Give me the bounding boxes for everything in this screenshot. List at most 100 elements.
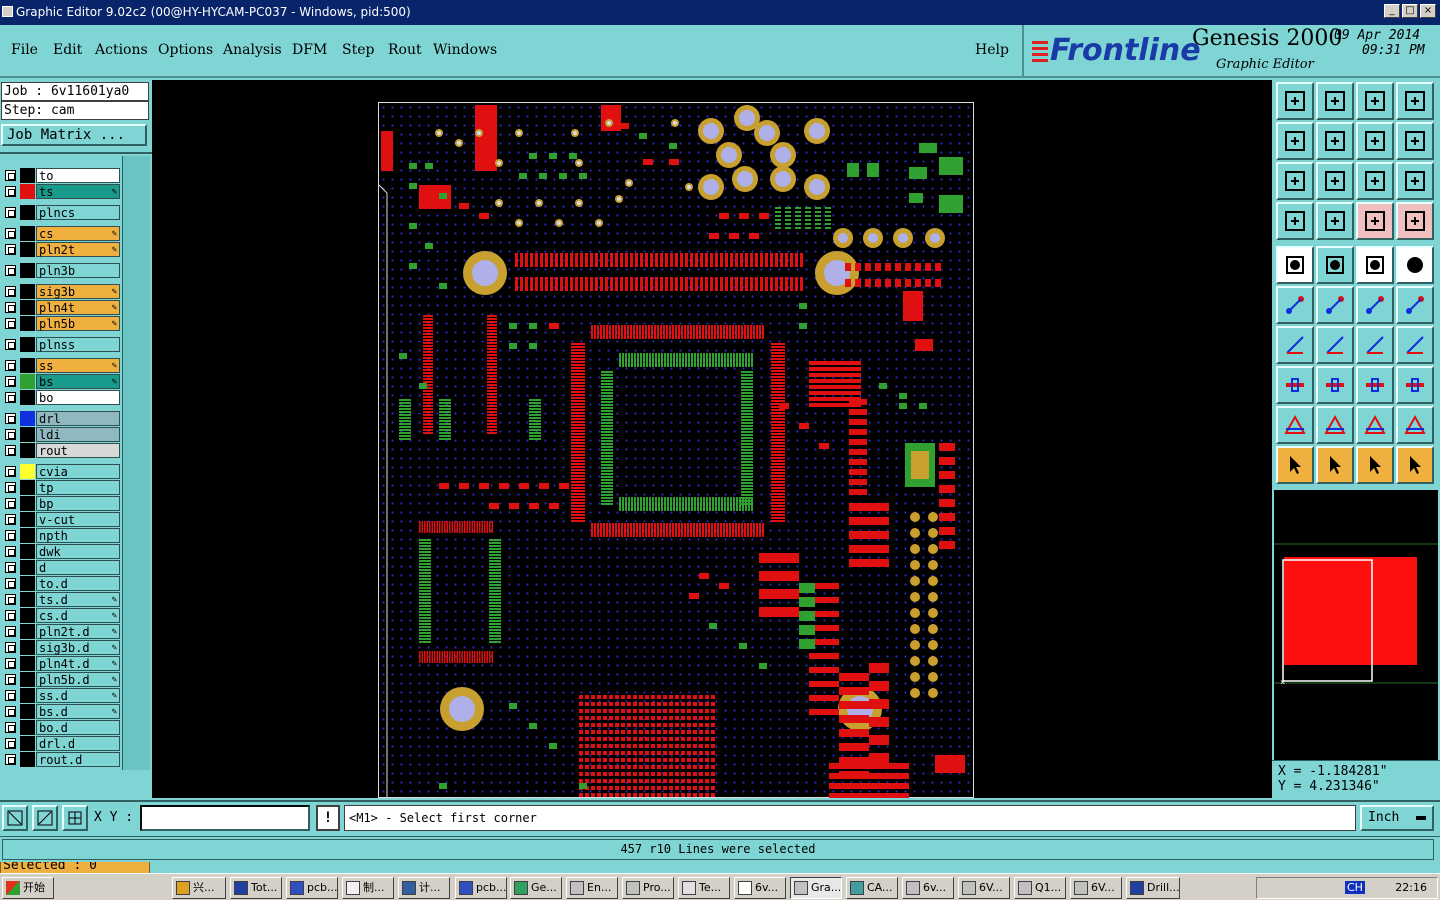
layer-checkbox[interactable] <box>5 244 16 255</box>
layer-color-swatch[interactable] <box>20 624 35 639</box>
layer-color-swatch[interactable] <box>20 592 35 607</box>
layer-row[interactable]: rout <box>4 443 120 458</box>
taskbar-item[interactable]: 计... <box>398 877 450 899</box>
menu-actions[interactable]: Actions <box>95 42 148 58</box>
layer-checkbox[interactable] <box>5 482 16 493</box>
layer-color-swatch[interactable] <box>20 496 35 511</box>
layer-color-swatch[interactable] <box>20 284 35 299</box>
pointer-box-button[interactable] <box>1316 446 1354 484</box>
layer-color-swatch[interactable] <box>20 337 35 352</box>
delete-node-button[interactable] <box>1316 286 1354 324</box>
exclamation-button[interactable]: ! <box>316 805 340 831</box>
layer-name[interactable]: bp <box>36 496 120 511</box>
layer-color-swatch[interactable] <box>20 205 35 220</box>
layer-name[interactable]: ts.d ✎ <box>36 592 120 607</box>
taskbar-item[interactable]: pcb... <box>455 877 507 899</box>
layer-color-swatch[interactable] <box>20 480 35 495</box>
layer-checkbox[interactable] <box>5 674 16 685</box>
layer-name[interactable]: ss ✎ <box>36 358 120 373</box>
layer-row[interactable]: sig3b ✎ <box>4 284 120 299</box>
layer-checkbox[interactable] <box>5 626 16 637</box>
layer-checkbox[interactable] <box>5 578 16 589</box>
layer-name[interactable]: bs.d ✎ <box>36 704 120 719</box>
job-matrix-button[interactable]: Job Matrix ... <box>1 124 147 146</box>
layer-row[interactable]: bo.d <box>4 720 120 735</box>
layer-checkbox[interactable] <box>5 286 16 297</box>
layer-row[interactable]: bs ✎ <box>4 374 120 389</box>
layer-checkbox[interactable] <box>5 392 16 403</box>
taskbar-item[interactable]: Drill... <box>1126 877 1180 899</box>
redraw-button[interactable] <box>1396 122 1434 160</box>
layer-checkbox[interactable] <box>5 265 16 276</box>
triangle-up-button[interactable] <box>1356 406 1394 444</box>
zoom-fit-button[interactable] <box>1396 82 1434 120</box>
layer-name[interactable]: to <box>36 168 120 183</box>
layer-row[interactable]: cs.d ✎ <box>4 608 120 623</box>
layer-row[interactable]: pln2t ✎ <box>4 242 120 257</box>
layer-name[interactable]: ts ✎ <box>36 184 120 199</box>
layer-row[interactable]: bs.d ✎ <box>4 704 120 719</box>
layer-row[interactable]: sig3b.d ✎ <box>4 640 120 655</box>
layer-name[interactable]: ldi <box>36 427 120 442</box>
menu-options[interactable]: Options <box>158 42 213 58</box>
layer-row[interactable]: to <box>4 168 120 183</box>
layer-checkbox[interactable] <box>5 302 16 313</box>
triangle-measure-button[interactable] <box>1316 406 1354 444</box>
layer-color-swatch[interactable] <box>20 512 35 527</box>
layer-checkbox[interactable] <box>5 466 16 477</box>
layer-row[interactable]: ts ✎ <box>4 184 120 199</box>
menu-edit[interactable]: Edit <box>53 42 82 58</box>
layer-name[interactable]: cs.d ✎ <box>36 608 120 623</box>
layer-row[interactable]: pln5b.d ✎ <box>4 672 120 687</box>
xy-input[interactable] <box>140 805 310 831</box>
layer-name[interactable]: plnss <box>36 337 120 352</box>
menu-dfm[interactable]: DFM <box>292 42 327 58</box>
layer-name[interactable]: pln4t.d ✎ <box>36 656 120 671</box>
layer-list-scrollbar[interactable] <box>122 156 150 770</box>
layer-name[interactable]: pln4t ✎ <box>36 300 120 315</box>
layer-color-swatch[interactable] <box>20 374 35 389</box>
menu-help[interactable]: Help <box>975 42 1009 58</box>
layer-color-swatch[interactable] <box>20 168 35 183</box>
layer-row[interactable]: rout.d <box>4 752 120 767</box>
layer-row[interactable]: plncs <box>4 205 120 220</box>
taskbar-item[interactable]: 6v... <box>902 877 954 899</box>
taskbar-item[interactable]: 6V... <box>958 877 1010 899</box>
layer-color-swatch[interactable] <box>20 560 35 575</box>
layer-color-swatch[interactable] <box>20 688 35 703</box>
layer-color-swatch[interactable] <box>20 752 35 767</box>
grid-mode-icon[interactable] <box>62 805 88 831</box>
layer-row[interactable]: ss ✎ <box>4 358 120 373</box>
taskbar-item[interactable]: En... <box>566 877 618 899</box>
taskbar-item[interactable]: pcb... <box>286 877 338 899</box>
minimize-button[interactable]: _ <box>1384 4 1400 18</box>
layer-row[interactable]: v-cut <box>4 512 120 527</box>
layer-checkbox[interactable] <box>5 413 16 424</box>
layer-color-swatch[interactable] <box>20 640 35 655</box>
layer-name[interactable]: bs ✎ <box>36 374 120 389</box>
layer-color-swatch[interactable] <box>20 316 35 331</box>
pointer-circle-button[interactable] <box>1356 446 1394 484</box>
layer-checkbox[interactable] <box>5 429 16 440</box>
title-bar[interactable]: Graphic Editor 9.02c2 (00@HY-HYCAM-PC037… <box>0 0 1440 25</box>
close-button[interactable]: × <box>1420 4 1436 18</box>
pcb-board[interactable] <box>378 102 974 798</box>
layer-row[interactable]: pln4t ✎ <box>4 300 120 315</box>
layer-name[interactable]: sig3b ✎ <box>36 284 120 299</box>
layer-color-swatch[interactable] <box>20 544 35 559</box>
move-pad-button[interactable] <box>1396 286 1434 324</box>
taskbar-item[interactable]: Ge... <box>510 877 562 899</box>
layer-name[interactable]: pln2t.d ✎ <box>36 624 120 639</box>
layer-name[interactable]: pln3b <box>36 263 120 278</box>
layer-name[interactable]: drl <box>36 411 120 426</box>
copy-feature-button[interactable] <box>1276 366 1314 404</box>
layer-color-swatch[interactable] <box>20 576 35 591</box>
layer-name[interactable]: v-cut <box>36 512 120 527</box>
layer-name[interactable]: ss.d ✎ <box>36 688 120 703</box>
add-circle-button[interactable] <box>1396 246 1434 284</box>
layer-row[interactable]: dwk <box>4 544 120 559</box>
taskbar-item[interactable]: CA... <box>846 877 898 899</box>
snap-box-button[interactable] <box>1356 366 1394 404</box>
layer-color-swatch[interactable] <box>20 656 35 671</box>
layer-checkbox[interactable] <box>5 207 16 218</box>
